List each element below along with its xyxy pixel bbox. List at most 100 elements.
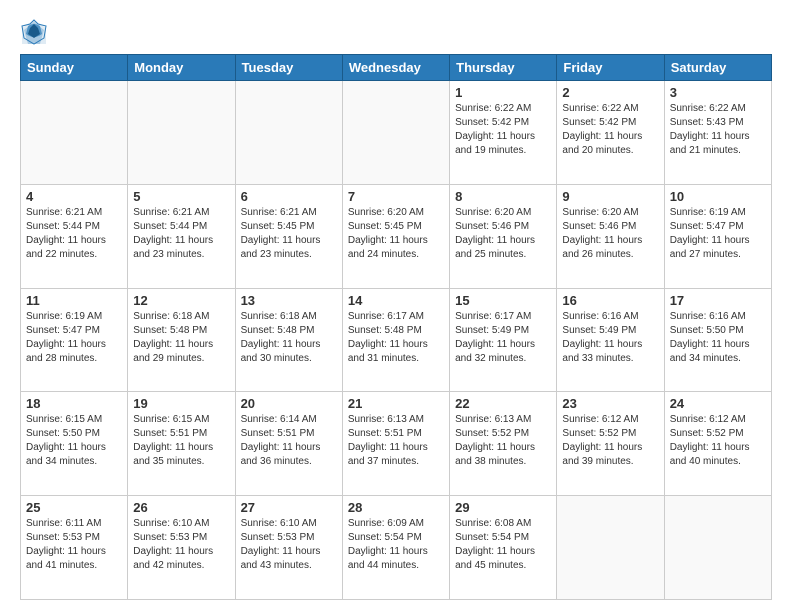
calendar-cell: 22 Sunrise: 6:13 AM Sunset: 5:52 PM Dayli… — [450, 392, 557, 496]
day-info: Sunrise: 6:09 AM Sunset: 5:54 PM Dayligh… — [348, 517, 444, 573]
day-info: Sunrise: 6:17 AM Sunset: 5:49 PM Dayligh… — [455, 310, 551, 366]
calendar-cell: 16 Sunrise: 6:16 AM Sunset: 5:49 PM Dayli… — [557, 288, 664, 392]
day-number: 26 — [133, 500, 229, 515]
logo-icon — [20, 18, 48, 46]
calendar-cell: 10 Sunrise: 6:19 AM Sunset: 5:47 PM Dayli… — [664, 184, 771, 288]
day-info: Sunrise: 6:21 AM Sunset: 5:44 PM Dayligh… — [26, 206, 122, 262]
calendar-cell — [235, 81, 342, 185]
calendar-cell: 15Sunrise: 6:17 AM Sunset: 5:49 PM Dayli… — [450, 288, 557, 392]
day-number: 24 — [670, 396, 766, 411]
calendar-cell: 17 Sunrise: 6:16 AM Sunset: 5:50 PM Dayli… — [664, 288, 771, 392]
calendar-cell: 1 Sunrise: 6:22 AM Sunset: 5:42 PM Daylig… — [450, 81, 557, 185]
day-info: Sunrise: 6:08 AM Sunset: 5:54 PM Dayligh… — [455, 517, 551, 573]
day-number: 8 — [455, 189, 551, 204]
calendar-cell: 6 Sunrise: 6:21 AM Sunset: 5:45 PM Daylig… — [235, 184, 342, 288]
day-info: Sunrise: 6:20 AM Sunset: 5:46 PM Dayligh… — [455, 206, 551, 262]
day-number: 5 — [133, 189, 229, 204]
calendar-cell: 2 Sunrise: 6:22 AM Sunset: 5:42 PM Daylig… — [557, 81, 664, 185]
calendar-cell: 4 Sunrise: 6:21 AM Sunset: 5:44 PM Daylig… — [21, 184, 128, 288]
calendar-cell — [21, 81, 128, 185]
day-info: Sunrise: 6:20 AM Sunset: 5:45 PM Dayligh… — [348, 206, 444, 262]
calendar-cell: 21 Sunrise: 6:13 AM Sunset: 5:51 PM Dayli… — [342, 392, 449, 496]
col-thursday: Thursday — [450, 55, 557, 81]
col-saturday: Saturday — [664, 55, 771, 81]
calendar: Sunday Monday Tuesday Wednesday Thursday… — [20, 54, 772, 600]
header — [20, 18, 772, 46]
calendar-cell: 12Sunrise: 6:18 AM Sunset: 5:48 PM Dayli… — [128, 288, 235, 392]
calendar-cell: 19 Sunrise: 6:15 AM Sunset: 5:51 PM Dayli… — [128, 392, 235, 496]
week-row-3: 11 Sunrise: 6:19 AM Sunset: 5:47 PM Dayli… — [21, 288, 772, 392]
day-info: Sunrise: 6:20 AM Sunset: 5:46 PM Dayligh… — [562, 206, 658, 262]
day-number: 4 — [26, 189, 122, 204]
day-number: 16 — [562, 293, 658, 308]
col-wednesday: Wednesday — [342, 55, 449, 81]
page: Sunday Monday Tuesday Wednesday Thursday… — [0, 0, 792, 612]
day-number: 23 — [562, 396, 658, 411]
day-number: 21 — [348, 396, 444, 411]
calendar-cell: 26 Sunrise: 6:10 AM Sunset: 5:53 PM Dayli… — [128, 496, 235, 600]
day-number: 2 — [562, 85, 658, 100]
calendar-cell: 7 Sunrise: 6:20 AM Sunset: 5:45 PM Daylig… — [342, 184, 449, 288]
day-number: 19 — [133, 396, 229, 411]
col-sunday: Sunday — [21, 55, 128, 81]
day-info: Sunrise: 6:13 AM Sunset: 5:51 PM Dayligh… — [348, 413, 444, 469]
day-info: Sunrise: 6:21 AM Sunset: 5:45 PM Dayligh… — [241, 206, 337, 262]
day-number: 1 — [455, 85, 551, 100]
day-number: 20 — [241, 396, 337, 411]
calendar-cell: 27Sunrise: 6:10 AM Sunset: 5:53 PM Dayli… — [235, 496, 342, 600]
calendar-cell — [128, 81, 235, 185]
day-info: Sunrise: 6:19 AM Sunset: 5:47 PM Dayligh… — [26, 310, 122, 366]
calendar-cell: 14 Sunrise: 6:17 AM Sunset: 5:48 PM Dayli… — [342, 288, 449, 392]
calendar-cell: 18 Sunrise: 6:15 AM Sunset: 5:50 PM Dayli… — [21, 392, 128, 496]
calendar-cell: 8 Sunrise: 6:20 AM Sunset: 5:46 PM Daylig… — [450, 184, 557, 288]
day-number: 22 — [455, 396, 551, 411]
day-info: Sunrise: 6:13 AM Sunset: 5:52 PM Dayligh… — [455, 413, 551, 469]
day-number: 3 — [670, 85, 766, 100]
day-number: 9 — [562, 189, 658, 204]
day-info: Sunrise: 6:11 AM Sunset: 5:53 PM Dayligh… — [26, 517, 122, 573]
week-row-2: 4 Sunrise: 6:21 AM Sunset: 5:44 PM Daylig… — [21, 184, 772, 288]
calendar-cell — [557, 496, 664, 600]
col-tuesday: Tuesday — [235, 55, 342, 81]
day-info: Sunrise: 6:15 AM Sunset: 5:50 PM Dayligh… — [26, 413, 122, 469]
calendar-header-row: Sunday Monday Tuesday Wednesday Thursday… — [21, 55, 772, 81]
day-number: 27 — [241, 500, 337, 515]
day-info: Sunrise: 6:21 AM Sunset: 5:44 PM Dayligh… — [133, 206, 229, 262]
day-info: Sunrise: 6:12 AM Sunset: 5:52 PM Dayligh… — [670, 413, 766, 469]
calendar-cell: 23 Sunrise: 6:12 AM Sunset: 5:52 PM Dayli… — [557, 392, 664, 496]
week-row-1: 1 Sunrise: 6:22 AM Sunset: 5:42 PM Daylig… — [21, 81, 772, 185]
day-info: Sunrise: 6:22 AM Sunset: 5:42 PM Dayligh… — [455, 102, 551, 158]
day-number: 6 — [241, 189, 337, 204]
calendar-cell: 13 Sunrise: 6:18 AM Sunset: 5:48 PM Dayli… — [235, 288, 342, 392]
day-info: Sunrise: 6:12 AM Sunset: 5:52 PM Dayligh… — [562, 413, 658, 469]
day-info: Sunrise: 6:22 AM Sunset: 5:43 PM Dayligh… — [670, 102, 766, 158]
day-number: 11 — [26, 293, 122, 308]
logo — [20, 18, 54, 46]
day-info: Sunrise: 6:22 AM Sunset: 5:42 PM Dayligh… — [562, 102, 658, 158]
week-row-4: 18 Sunrise: 6:15 AM Sunset: 5:50 PM Dayli… — [21, 392, 772, 496]
day-info: Sunrise: 6:16 AM Sunset: 5:49 PM Dayligh… — [562, 310, 658, 366]
day-number: 29 — [455, 500, 551, 515]
day-number: 14 — [348, 293, 444, 308]
day-number: 18 — [26, 396, 122, 411]
day-info: Sunrise: 6:10 AM Sunset: 5:53 PM Dayligh… — [133, 517, 229, 573]
day-info: Sunrise: 6:15 AM Sunset: 5:51 PM Dayligh… — [133, 413, 229, 469]
col-monday: Monday — [128, 55, 235, 81]
day-info: Sunrise: 6:17 AM Sunset: 5:48 PM Dayligh… — [348, 310, 444, 366]
calendar-cell: 25 Sunrise: 6:11 AM Sunset: 5:53 PM Dayli… — [21, 496, 128, 600]
day-number: 13 — [241, 293, 337, 308]
day-number: 28 — [348, 500, 444, 515]
day-number: 7 — [348, 189, 444, 204]
week-row-5: 25 Sunrise: 6:11 AM Sunset: 5:53 PM Dayli… — [21, 496, 772, 600]
day-number: 10 — [670, 189, 766, 204]
calendar-cell: 5 Sunrise: 6:21 AM Sunset: 5:44 PM Daylig… — [128, 184, 235, 288]
day-number: 17 — [670, 293, 766, 308]
day-info: Sunrise: 6:18 AM Sunset: 5:48 PM Dayligh… — [241, 310, 337, 366]
day-info: Sunrise: 6:19 AM Sunset: 5:47 PM Dayligh… — [670, 206, 766, 262]
day-number: 25 — [26, 500, 122, 515]
day-info: Sunrise: 6:16 AM Sunset: 5:50 PM Dayligh… — [670, 310, 766, 366]
day-info: Sunrise: 6:18 AM Sunset: 5:48 PM Dayligh… — [133, 310, 229, 366]
calendar-cell: 29 Sunrise: 6:08 AM Sunset: 5:54 PM Dayli… — [450, 496, 557, 600]
calendar-cell: 20Sunrise: 6:14 AM Sunset: 5:51 PM Dayli… — [235, 392, 342, 496]
calendar-cell — [664, 496, 771, 600]
